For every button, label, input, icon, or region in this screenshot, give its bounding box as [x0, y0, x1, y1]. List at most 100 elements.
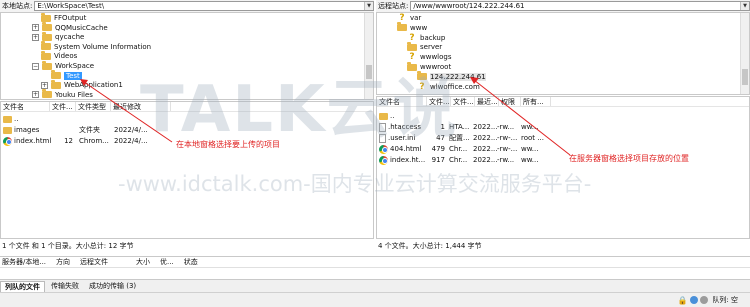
file-type: Chr... [449, 156, 468, 164]
tree-item-label: Test [64, 71, 82, 80]
file-type: HTA... [449, 123, 470, 131]
column-size[interactable]: 文件... [427, 97, 451, 106]
queue-list[interactable] [0, 268, 750, 278]
folder-icon [417, 71, 427, 81]
file-size: 917 [431, 156, 445, 164]
expand-icon[interactable]: + [41, 81, 48, 89]
column-modified[interactable]: 最近... [475, 97, 499, 106]
scrollbar-thumb[interactable] [742, 69, 748, 85]
tree-item[interactable]: + Youku Files [32, 89, 93, 99]
queue-column-priority[interactable]: 优... [158, 257, 174, 267]
folder-icon [3, 115, 12, 123]
chevron-down-icon[interactable]: ▼ [740, 2, 749, 10]
tree-item[interactable]: Test [51, 70, 82, 81]
tree-item[interactable]: FFOutput [41, 13, 86, 23]
local-site-path-input[interactable]: E:\WorkSpace\Test\ ▼ [34, 1, 374, 11]
tree-item[interactable]: www [397, 22, 428, 33]
tab-failed-transfers[interactable]: 传输失败 [47, 281, 83, 292]
tree-item[interactable]: Videos [41, 50, 78, 61]
column-owner[interactable]: 所有... [521, 97, 551, 106]
local-tree-scrollbar[interactable] [364, 13, 373, 99]
chrome-icon [379, 144, 388, 154]
file-permissions: -rw-... [497, 145, 518, 153]
file-modified: 2022... [473, 134, 497, 142]
column-size[interactable]: 文件... [50, 102, 76, 111]
tree-item[interactable]: ? wwwlogs [407, 52, 451, 62]
tree-item-label: Videos [54, 52, 78, 61]
file-permissions: -rw-... [497, 134, 518, 142]
tree-item-label: FFOutput [54, 14, 87, 22]
file-owner: ww... [521, 145, 539, 153]
chevron-down-icon[interactable]: ▼ [364, 2, 373, 10]
tree-item[interactable]: − WorkSpace [32, 60, 94, 71]
tree-item[interactable]: System Volume Information [41, 41, 152, 52]
expand-icon[interactable]: + [32, 24, 39, 32]
tab-successful-transfers[interactable]: 成功的传输 (3) [85, 281, 140, 292]
file-type: Chr... [449, 145, 468, 153]
queue-column-direction[interactable]: 方向 [54, 257, 70, 267]
tree-item-label: qycache [55, 33, 85, 42]
queue-column-size[interactable]: 大小 [134, 257, 150, 267]
lock-icon: 🔒 [677, 295, 688, 305]
tab-queued-files[interactable]: 列队的文件 [0, 280, 45, 292]
collapse-icon[interactable]: − [32, 62, 39, 70]
file-row[interactable]: index.ht... 917 Chr... 2022... -rw... ww... [379, 155, 551, 165]
remote-site-label: 远程站点: [378, 2, 409, 10]
column-type[interactable]: 文件类型 [76, 102, 111, 111]
indicator-icon [700, 296, 709, 304]
scrollbar-thumb[interactable] [366, 65, 372, 79]
local-tree[interactable]: FFOutput + QQMusicCache + qycache System Volu… [0, 12, 374, 100]
remote-file-list[interactable]: 文件名 文件... 文件... 最近... 权限 所有... .. .htacce… [376, 96, 750, 239]
file-type: 文件夹 [79, 126, 100, 134]
file-owner: ww... [521, 123, 539, 131]
column-modified[interactable]: 最近修改 [111, 102, 171, 111]
file-row[interactable]: .. [379, 111, 551, 121]
tree-item-label: www [410, 23, 428, 32]
folder-icon [42, 22, 52, 32]
queue-column-remote-file[interactable]: 远程文件 [78, 257, 108, 267]
tree-item-label: server [420, 43, 443, 52]
tree-item-label: backup [420, 33, 446, 42]
file-row[interactable]: 404.html 479 Chr... 2022... -rw-... ww... [379, 144, 551, 154]
column-type[interactable]: 文件... [451, 97, 475, 106]
local-file-header: 文件名 文件... 文件类型 最近修改 [1, 102, 373, 112]
file-modified: 2022/4/... [114, 126, 148, 134]
file-row[interactable]: .user.ini 47 配置... 2022... -rw-... root ... [379, 133, 551, 143]
tree-item[interactable]: + WebApplication1 [41, 79, 123, 90]
file-owner: ww... [521, 156, 539, 164]
tree-item[interactable]: server [407, 41, 443, 52]
queue-column-server[interactable]: 服务器/本地... [0, 257, 46, 267]
column-filename[interactable]: 文件名 [377, 97, 427, 106]
file-name: .user.ini [388, 134, 416, 142]
tree-item[interactable]: + qycache [32, 31, 85, 42]
file-row[interactable]: .. [3, 114, 164, 124]
tree-item[interactable]: 124.222.244.61 [417, 71, 486, 82]
file-row[interactable]: .htaccess 1 HTA... 2022... -rw... ww... [379, 122, 551, 132]
queue-header: 服务器/本地... 方向 远程文件 大小 优... 状态 [0, 256, 750, 268]
queue-column-status[interactable]: 状态 [182, 257, 198, 267]
file-size: 479 [431, 145, 445, 153]
tree-item[interactable]: wwwroot [407, 61, 451, 72]
file-type: Chrom... [79, 137, 109, 145]
tree-item-label: System Volume Information [54, 42, 152, 51]
tree-item[interactable]: ? wlwoffice.com [417, 82, 479, 92]
local-file-list[interactable]: 文件名 文件... 文件类型 最近修改 .. images 文件夹 2022/4/..… [0, 101, 374, 239]
file-row[interactable]: images 文件夹 2022/4/... [3, 125, 164, 135]
file-name-cell: images [3, 126, 57, 134]
tree-item[interactable]: ? backup [407, 33, 445, 43]
expand-icon[interactable]: + [32, 33, 39, 41]
file-permissions: -rw... [497, 156, 515, 164]
column-filename[interactable]: 文件名 [1, 102, 50, 111]
remote-site-path-input[interactable]: /www/wwwroot/124.222.244.61 ▼ [410, 1, 750, 11]
column-permissions[interactable]: 权限 [499, 97, 521, 106]
file-name-cell: .. [3, 115, 57, 123]
file-name-cell: .htaccess [379, 122, 425, 132]
file-name-cell: .. [379, 112, 425, 120]
remote-file-header: 文件名 文件... 文件... 最近... 权限 所有... [377, 97, 749, 107]
file-icon [379, 133, 386, 143]
file-modified: 2022... [473, 123, 497, 131]
expand-icon[interactable]: + [32, 91, 39, 99]
remote-tree-scrollbar[interactable] [740, 13, 749, 94]
remote-tree[interactable]: ? var www? backup server? wwwlogs wwwroot 124.2… [376, 12, 750, 95]
file-row[interactable]: index.html 12 Chrom... 2022/4/... [3, 136, 164, 146]
